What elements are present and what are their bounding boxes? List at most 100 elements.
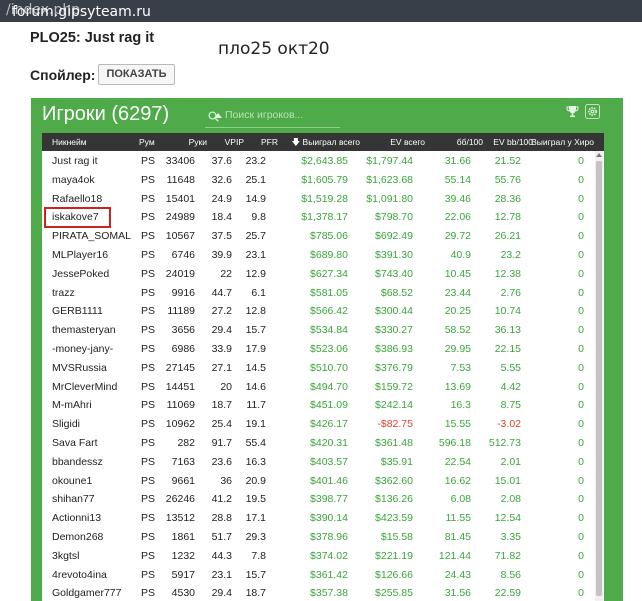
col-evbb100[interactable]: EV bb/100	[493, 137, 533, 147]
cell-vpip: 33.9	[211, 343, 232, 355]
scroll-up-arrow-icon[interactable]	[596, 153, 602, 157]
cell-name[interactable]: GERB1111	[52, 305, 103, 317]
table-row[interactable]: Rafaello18 PS 15401 24.9 14.9 $1,519.28 $1,091…	[42, 190, 592, 209]
table-row[interactable]: maya4ok PS 11648 32.6 25.1 $1,605.79 $1,623.68…	[42, 171, 592, 190]
cell-bb: 39.46	[444, 192, 471, 205]
cell-name[interactable]: shihan77	[52, 493, 95, 505]
cell-name[interactable]: MVSRussia	[52, 362, 107, 374]
cell-name[interactable]: Rafaello18	[52, 193, 102, 205]
table-row[interactable]: themasteryan PS 3656 29.4 15.7 $534.84 $330.27…	[42, 321, 592, 340]
cell-name[interactable]: maya4ok	[52, 174, 95, 186]
table-row[interactable]: MLPlayer16 PS 6746 39.9 23.1 $689.80 $391.30 40…	[42, 246, 592, 265]
cell-vpip: 41.2	[211, 493, 232, 506]
col-hero[interactable]: Выиграл у Хиро	[531, 137, 594, 147]
cell-name[interactable]: Actionni13	[52, 512, 101, 524]
cell-name[interactable]: PIRATA_SOMAL	[52, 230, 131, 242]
table-row[interactable]: 3kgtsl PS 1232 44.3 7.8 $374.02 $221.19 121.44 7…	[42, 547, 592, 566]
col-bb100[interactable]: бб/100	[457, 137, 483, 147]
cell-name[interactable]: M-mAhri	[52, 399, 92, 411]
cell-ev: $692.49	[375, 230, 413, 243]
player-search[interactable]	[205, 107, 340, 128]
cell-room: PS	[141, 493, 156, 506]
cell-name[interactable]: okoune1	[52, 475, 92, 487]
cell-name[interactable]: JessePoked	[52, 268, 109, 280]
cell-evbb: 2.08	[500, 493, 521, 506]
col-vpip[interactable]: VPIP	[225, 137, 244, 147]
spoiler-show-button[interactable]: ПОКАЗАТЬ	[98, 64, 175, 85]
table-row[interactable]: Demon268 PS 1861 51.7 29.3 $378.96 $15.58 81.45…	[42, 528, 592, 547]
table-row[interactable]: Sligidi PS 10962 25.4 19.1 $426.17 -$82.75 15.5…	[42, 415, 592, 434]
cell-hero: 0	[578, 474, 584, 487]
table-row[interactable]: PIRATA_SOMAL PS 10567 37.5 25.7 $785.06 $692.4…	[42, 227, 592, 246]
table-row[interactable]: shihan77 PS 26246 41.2 19.5 $398.77 $136.26 6.0…	[42, 490, 592, 509]
trophy-icon[interactable]	[566, 105, 579, 118]
cell-name[interactable]: 4revoto4ina	[52, 569, 107, 581]
cell-won: $403.57	[310, 455, 348, 468]
table-row[interactable]: trazz PS 9916 44.7 6.1 $581.05 $68.52 23.44 2.76…	[42, 284, 592, 303]
cell-ev: $68.52	[380, 286, 413, 299]
cell-vpip: 37.6	[211, 155, 232, 167]
table-row[interactable]: bbandessz PS 7163 23.6 16.3 $403.57 $35.91 22.5…	[42, 453, 592, 472]
cell-name[interactable]: themasteryan	[52, 324, 116, 336]
players-title: Игроки (6297)	[42, 103, 170, 125]
cell-hands: 24019	[165, 267, 195, 280]
cell-ev: $376.79	[375, 361, 413, 374]
table-scrollbar[interactable]	[595, 151, 603, 601]
cell-hero: 0	[578, 568, 584, 581]
table-row[interactable]: iskakove7 PS 24989 18.4 9.8 $1,378.17 $798.70 2…	[42, 208, 592, 227]
cell-name[interactable]: Sligidi	[52, 418, 80, 430]
cell-name[interactable]: MrCleverMind	[52, 381, 117, 393]
table-row[interactable]: Sava Fart PS 282 91.7 55.4 $420.31 $361.48 596.…	[42, 434, 592, 453]
cell-hands: 11648	[166, 173, 195, 186]
cell-pfr: 16.3	[245, 455, 266, 468]
col-room[interactable]: Рум	[139, 137, 155, 147]
cell-name[interactable]: MLPlayer16	[52, 249, 108, 261]
table-row[interactable]: GERB1111 PS 11189 27.2 12.8 $566.42 $300.44 20.…	[42, 302, 592, 321]
cell-hands: 33406	[165, 155, 195, 167]
table-row[interactable]: JessePoked PS 24019 22 12.9 $627.34 $743.40 10.…	[42, 265, 592, 284]
settings-gear-icon[interactable]	[585, 104, 600, 119]
table-row[interactable]: okoune1 PS 9661 36 20.9 $401.46 $362.60 16.62 15…	[42, 472, 592, 491]
cell-name[interactable]: 3kgtsl	[52, 550, 79, 562]
cell-room: PS	[141, 155, 156, 167]
cell-vpip: 24.9	[211, 192, 232, 205]
table-row[interactable]: Just rag it PS 33406 37.6 23.2 $2,643.85 $1,79…	[42, 152, 592, 171]
col-pfr[interactable]: PFR	[261, 137, 278, 147]
table-row[interactable]: Goldgamer777 PS 4530 29.4 18.7 $357.38 $255.85…	[42, 584, 592, 601]
cell-vpip: 23.1	[211, 568, 232, 581]
search-input[interactable]	[225, 109, 337, 121]
col-ev[interactable]: EV всего	[390, 137, 425, 147]
cell-evbb: 4.42	[500, 380, 521, 393]
cell-name[interactable]: bbandessz	[52, 456, 103, 468]
col-won[interactable]: 🡇 Выиграл всего	[291, 137, 360, 151]
col-name[interactable]: Никнейм	[52, 137, 87, 147]
table-row[interactable]: MrCleverMind PS 14451 20 14.6 $494.70 $159.72 1…	[42, 378, 592, 397]
cell-room: PS	[141, 267, 156, 280]
cell-hands: 10567	[165, 230, 195, 243]
cell-vpip: 28.8	[211, 512, 232, 525]
players-panel: Игроки (6297) Никнейм Рум Руки VPIP PFR …	[31, 98, 623, 601]
cell-bb: 81.45	[444, 531, 471, 543]
cell-name[interactable]: trazz	[52, 287, 75, 299]
cell-ev: $423.59	[375, 512, 413, 525]
cell-pfr: 19.5	[245, 493, 266, 506]
cell-hero: 0	[578, 249, 584, 261]
cell-hands: 9916	[171, 286, 195, 299]
cell-name[interactable]: -money-jany-	[52, 343, 113, 355]
cell-won: $566.42	[310, 305, 348, 318]
cell-name[interactable]: Just rag it	[52, 155, 98, 167]
browser-url-bar[interactable]: forum.gipsyteam.ru/index.php	[0, 0, 642, 22]
cell-pfr: 12.8	[245, 305, 266, 318]
table-row[interactable]: Actionni13 PS 13512 28.8 17.1 $390.14 $423.59 1…	[42, 509, 592, 528]
cell-evbb: 12.78	[494, 211, 521, 224]
cell-name[interactable]: Demon268	[52, 531, 103, 543]
cell-name[interactable]: Sava Fart	[52, 437, 98, 449]
cell-name[interactable]: Goldgamer777	[52, 587, 121, 599]
table-row[interactable]: 4revoto4ina PS 5917 23.1 15.7 $361.42 $126.66 2…	[42, 566, 592, 585]
table-row[interactable]: -money-jany- PS 6986 33.9 17.9 $523.06 $386.93…	[42, 340, 592, 359]
cell-bb: 20.25	[444, 305, 471, 318]
table-row[interactable]: MVSRussia PS 27145 27.1 14.5 $510.70 $376.79 7.…	[42, 359, 592, 378]
table-row[interactable]: M-mAhri PS 11069 18.7 11.7 $451.09 $242.14 16.3…	[42, 396, 592, 415]
col-hands[interactable]: Руки	[189, 137, 207, 147]
scroll-thumb[interactable]	[596, 161, 602, 596]
